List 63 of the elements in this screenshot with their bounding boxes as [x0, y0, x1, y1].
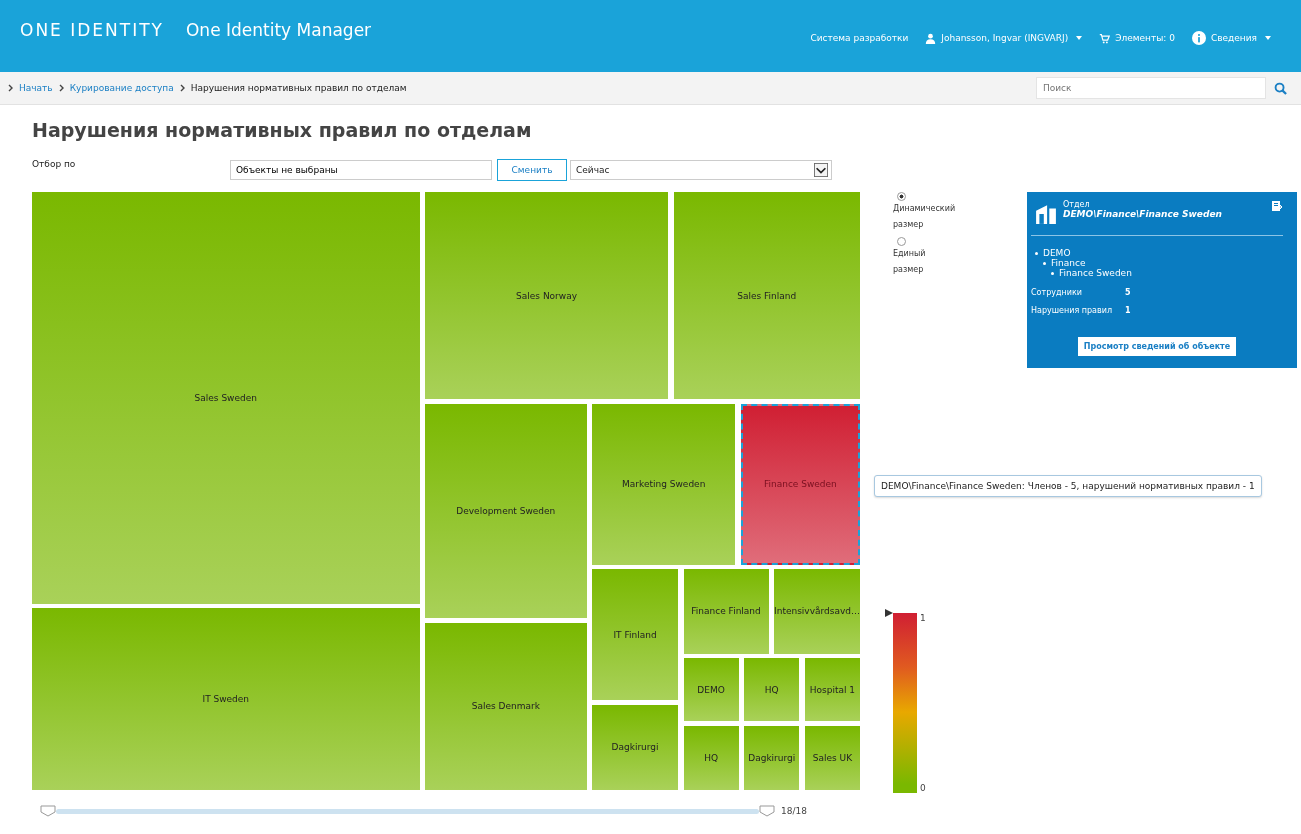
caret-icon: [1076, 36, 1083, 40]
treemap-tile[interactable]: Intensivvårdsavd…: [774, 569, 860, 654]
treemap-tile[interactable]: IT Sweden: [32, 608, 420, 790]
object-type: Отдел: [1063, 200, 1091, 209]
change-button[interactable]: Сменить: [497, 159, 567, 181]
app-title: One Identity Manager: [186, 20, 372, 40]
treemap-tile[interactable]: Hospital 1: [804, 658, 860, 722]
slider-reading: 18/18: [781, 806, 807, 816]
breadcrumb-current: Нарушения нормативных правил по отделам: [190, 83, 407, 93]
treemap-tile[interactable]: Development Sweden: [425, 404, 587, 619]
breadcrumb-link[interactable]: Начать: [19, 83, 53, 93]
radio-label: Единый размер: [893, 248, 927, 276]
slider-track[interactable]: [56, 808, 759, 814]
slider-handle[interactable]: [40, 805, 56, 817]
user-icon: [925, 32, 937, 44]
bullet-icon: [1035, 251, 1038, 255]
treemap-tile[interactable]: HQ: [683, 726, 739, 790]
info-icon: [1191, 31, 1206, 45]
chevron-icon: [179, 84, 185, 92]
treemap-tile[interactable]: Sales Sweden: [32, 192, 420, 604]
logo: ONE IDENTITY: [20, 20, 164, 40]
building-icon: [1035, 203, 1057, 225]
treemap-tile[interactable]: Marketing Sweden: [592, 404, 736, 565]
treemap-tile[interactable]: HQ: [744, 658, 800, 722]
chevron-icon: [8, 84, 13, 92]
chevron-icon: [58, 84, 64, 92]
export-icon[interactable]: [1271, 200, 1283, 212]
scale-max: 1: [920, 613, 926, 623]
treemap-tile[interactable]: Sales UK: [804, 726, 860, 790]
tree-item: Finance: [1051, 258, 1086, 268]
caret-icon: [1265, 36, 1271, 40]
treemap-tile[interactable]: Sales Denmark: [425, 622, 587, 790]
filter-label: Отбор по: [32, 159, 77, 169]
dropdown-icon: [814, 163, 828, 177]
tree-item: DEMO: [1043, 248, 1071, 258]
radio-label: Динамический размер: [893, 203, 956, 231]
treemap-tile[interactable]: Dagkirurgi: [592, 704, 678, 790]
object-path: DEMO\Finance\Finance Sweden: [1063, 209, 1223, 219]
radio-button[interactable]: [897, 192, 906, 201]
bullet-icon: [1043, 261, 1046, 265]
filter-field[interactable]: Объекты не выбраны: [230, 160, 492, 180]
field-label: Нарушения правил: [1031, 306, 1113, 315]
treemap-tile[interactable]: DEMO: [683, 658, 739, 722]
page-title: Нарушения нормативных правил по отделам: [32, 119, 533, 141]
cart-icon: [1099, 32, 1111, 44]
search-field[interactable]: Поиск: [1036, 77, 1266, 99]
radio-button[interactable]: [897, 237, 906, 246]
bullet-icon: [1051, 271, 1054, 275]
search-icon: [1274, 81, 1287, 95]
tooltip: DEMO\Finance\Finance Sweden: Членов - 5, нарушений нормативных правил - 1: [874, 475, 1262, 497]
pointer-icon: [885, 609, 893, 617]
scale-min: 0: [920, 783, 926, 793]
date-dropdown[interactable]: Сейчас: [570, 160, 832, 180]
treemap-tile[interactable]: IT Finland: [592, 569, 678, 700]
treemap-tile[interactable]: Finance Finland: [683, 569, 769, 654]
field-label: Сотрудники: [1031, 288, 1083, 297]
tree-item: Finance Sweden: [1059, 268, 1132, 278]
breadcrumb-link[interactable]: Курирование доступа: [69, 83, 174, 93]
slider-handle[interactable]: [759, 805, 775, 817]
treemap-tile[interactable]: Sales Finland: [673, 192, 860, 400]
treemap-tile[interactable]: Sales Norway: [425, 192, 669, 400]
view-details-button[interactable]: Просмотр сведений об объекте: [1077, 337, 1237, 356]
treemap-tile[interactable]: Dagkirurgi: [744, 726, 800, 790]
